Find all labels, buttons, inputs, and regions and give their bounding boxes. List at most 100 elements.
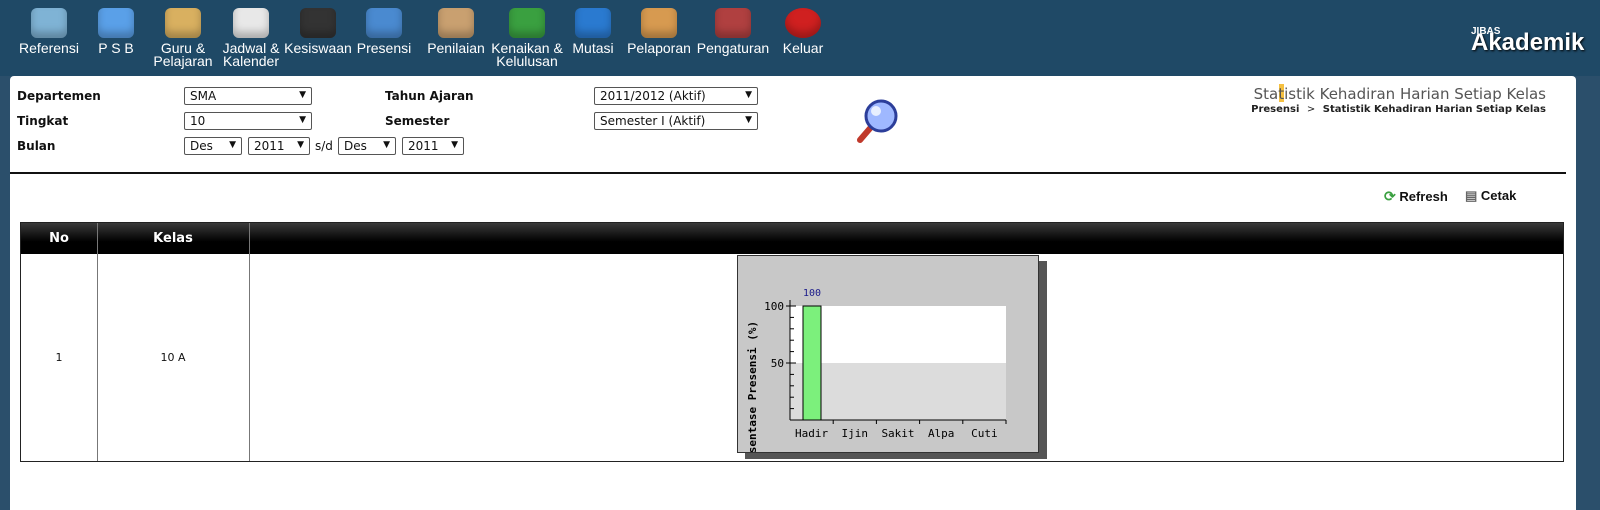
nav-item-teacher[interactable]: Guru & Pelajaran <box>148 8 218 68</box>
nav-label: Pelaporan <box>627 40 691 56</box>
x-tick-label: Cuti <box>971 427 998 440</box>
nav-label: Kesiswaan <box>284 40 352 56</box>
nav-item-keyboard[interactable]: Presensi <box>354 8 414 55</box>
power-icon <box>785 8 821 38</box>
nav-label: Keluar <box>782 40 824 56</box>
nav-item-power[interactable]: Keluar <box>776 8 830 55</box>
page-title: Statistik Kehadiran Harian Setiap Kelas <box>1253 85 1546 103</box>
column-header-no: No <box>49 231 69 246</box>
app-logo: Akademik <box>1471 29 1585 56</box>
main-panel: Departemen SMA ▼ Tingkat 10 ▼ Bulan Des ▼ 2… <box>10 76 1576 510</box>
chevron-down-icon: ▼ <box>297 140 304 150</box>
bulan-to-select[interactable]: Des ▼ <box>338 137 396 155</box>
semester-label: Semester <box>385 114 450 128</box>
attendance-chart: 50 100 Presentase Presensi (%) 100 Hadir Ijin… <box>746 288 1007 473</box>
tahun-to-select[interactable]: 2011 ▼ <box>402 137 464 155</box>
row-kelas: 10 A <box>160 351 186 364</box>
bulan-to-value: Des <box>344 139 367 153</box>
breadcrumb-parent[interactable]: Presensi <box>1251 104 1299 115</box>
y-tick-label: 100 <box>764 300 784 313</box>
semester-value: Semester I (Aktif) <box>600 114 706 128</box>
semester-select[interactable]: Semester I (Aktif) ▼ <box>594 112 758 130</box>
header-divider <box>10 172 1566 174</box>
chevron-down-icon: ▼ <box>299 90 306 100</box>
tahun-ajaran-select[interactable]: 2011/2012 (Aktif) ▼ <box>594 87 758 105</box>
print-icon: ▤ <box>1465 188 1478 203</box>
calendar-icon <box>233 8 269 38</box>
breadcrumb-current: Statistik Kehadiran Harian Setiap Kelas <box>1322 104 1546 115</box>
tingkat-value: 10 <box>190 114 206 128</box>
nav-item-arrows[interactable]: Kenaikan & Kelulusan <box>486 8 568 68</box>
print-button[interactable]: ▤ Cetak <box>1465 188 1516 204</box>
bar-hadir <box>802 305 822 421</box>
breadcrumb: Presensi > Statistik Kehadiran Harian Se… <box>1251 104 1546 115</box>
column-divider <box>249 223 250 461</box>
chevron-down-icon: ▼ <box>451 140 458 150</box>
x-tick-label: Hadir <box>795 427 828 440</box>
print-label: Cetak <box>1480 188 1517 203</box>
nav-label: Kenaikan & Kelulusan <box>491 40 563 69</box>
x-tick-label: Sakit <box>881 427 914 440</box>
student-icon <box>300 8 336 38</box>
search-icon[interactable] <box>852 96 902 146</box>
y-tick-label: 50 <box>771 357 784 370</box>
plot-area-upper <box>790 306 1006 363</box>
tingkat-label: Tingkat <box>17 114 69 128</box>
keyboard-icon <box>366 8 402 38</box>
table-header: No Kelas <box>21 223 1563 254</box>
nav-label: Presensi <box>356 40 412 56</box>
data-label: 100 <box>803 288 821 299</box>
tahun-from-value: 2011 <box>254 139 285 153</box>
nav-item-handshake[interactable]: Penilaian <box>424 8 488 55</box>
handshake-icon <box>438 8 474 38</box>
y-axis-label: Presentase Presensi (%) <box>746 321 759 452</box>
nav-label: Guru & Pelajaran <box>153 40 213 69</box>
statistics-table: No Kelas 1 10 A 50 100 Presentase Presensi… <box>20 222 1564 473</box>
bulan-label: Bulan <box>17 139 56 153</box>
nav-label: P S B <box>98 40 134 56</box>
bulan-from-select[interactable]: Des ▼ <box>184 137 242 155</box>
refresh-button[interactable]: ⟳ Refresh <box>1384 188 1448 205</box>
nav-item-report[interactable]: Pelaporan <box>626 8 692 55</box>
chevron-down-icon: ▼ <box>383 140 390 150</box>
chart-frame: 50 100 Presentase Presensi (%) 100 Hadir Ijin… <box>737 255 1039 473</box>
nav-item-calendar[interactable]: Jadwal & Kalender <box>216 8 286 68</box>
runner-icon <box>575 8 611 38</box>
nav-item-referensi[interactable]: Referensi <box>19 8 79 55</box>
chevron-down-icon: ▼ <box>229 140 236 150</box>
chevron-down-icon: ▼ <box>745 115 752 125</box>
range-separator: s/d <box>315 139 333 153</box>
column-divider <box>97 223 98 461</box>
nav-item-users[interactable]: P S B <box>88 8 144 55</box>
departemen-select[interactable]: SMA ▼ <box>184 87 312 105</box>
nav-label: Pengaturan <box>696 40 770 56</box>
teacher-icon <box>165 8 201 38</box>
tingkat-select[interactable]: 10 ▼ <box>184 112 312 130</box>
plot-area-lower <box>790 363 1006 420</box>
departemen-label: Departemen <box>17 89 101 103</box>
x-tick-label: Alpa <box>928 427 955 440</box>
departemen-value: SMA <box>190 89 217 103</box>
referensi-icon <box>31 8 67 38</box>
tahun-to-value: 2011 <box>408 139 439 153</box>
report-icon <box>641 8 677 38</box>
tahun-ajaran-value: 2011/2012 (Aktif) <box>600 89 706 103</box>
bulan-from-value: Des <box>190 139 213 153</box>
nav-item-runner[interactable]: Mutasi <box>565 8 621 55</box>
arrows-icon <box>509 8 545 38</box>
x-tick-label: Ijin <box>842 427 869 440</box>
row-no: 1 <box>55 351 63 364</box>
tahun-ajaran-label: Tahun Ajaran <box>385 89 474 103</box>
nav-label: Penilaian <box>427 40 485 56</box>
nav-item-student[interactable]: Kesiswaan <box>283 8 353 55</box>
chevron-down-icon: ▼ <box>299 115 306 125</box>
refresh-label: Refresh <box>1399 189 1448 204</box>
nav-label: Mutasi <box>572 40 614 56</box>
chevron-down-icon: ▼ <box>745 90 752 100</box>
nav-label: Jadwal & Kalender <box>222 40 280 69</box>
tahun-from-select[interactable]: 2011 ▼ <box>248 137 310 155</box>
nav-label: Referensi <box>19 40 79 56</box>
tools-icon <box>715 8 751 38</box>
nav-item-tools[interactable]: Pengaturan <box>694 8 772 55</box>
breadcrumb-separator: > <box>1306 104 1316 115</box>
